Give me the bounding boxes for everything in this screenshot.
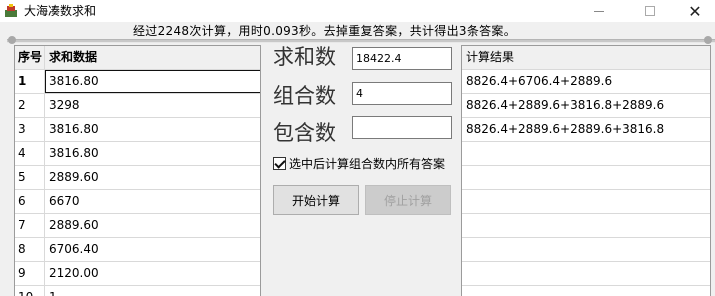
result-row[interactable] bbox=[462, 190, 710, 214]
all-answers-checkbox-row[interactable]: 选中后计算组合数内所有答案 bbox=[273, 155, 445, 172]
data-cell[interactable]: 1 bbox=[45, 286, 260, 296]
splitter-bar[interactable] bbox=[7, 39, 715, 43]
sum-label: 求和数 bbox=[273, 45, 336, 69]
maximize-button[interactable] bbox=[627, 0, 673, 22]
sum-input[interactable]: 18422.4 bbox=[352, 47, 452, 70]
data-cell[interactable]: 6670 bbox=[45, 190, 260, 213]
table-row[interactable]: 5 2889.60 bbox=[15, 166, 260, 190]
app-icon bbox=[5, 4, 17, 17]
input-data-grid[interactable]: 序号 求和数据 1 3816.80 2 3298 3 3816.80 4 381… bbox=[14, 45, 261, 296]
window-title: 大海凑数求和 bbox=[24, 4, 97, 18]
table-row[interactable]: 7 2889.60 bbox=[15, 214, 260, 238]
row-index: 6 bbox=[15, 190, 45, 213]
minimize-icon bbox=[594, 10, 604, 12]
row-index: 1 bbox=[15, 70, 45, 93]
result-row[interactable] bbox=[462, 142, 710, 166]
contain-input[interactable] bbox=[352, 116, 452, 139]
results-grid[interactable]: 计算结果 8826.4+6706.4+2889.6 8826.4+2889.6+… bbox=[461, 45, 711, 296]
status-message: 经过2248次计算，用时0.093秒。去掉重复答案，共计得出3条答案。 bbox=[133, 24, 517, 38]
table-row[interactable]: 2 3298 bbox=[15, 94, 260, 118]
splitter-handle-right[interactable] bbox=[704, 36, 712, 44]
data-cell[interactable]: 2889.60 bbox=[45, 214, 260, 237]
data-cell[interactable]: 3298 bbox=[45, 94, 260, 117]
start-calculation-button[interactable]: 开始计算 bbox=[273, 185, 359, 215]
row-index: 7 bbox=[15, 214, 45, 237]
close-button[interactable]: ✕ bbox=[672, 0, 715, 22]
row-index: 8 bbox=[15, 238, 45, 261]
result-row[interactable] bbox=[462, 166, 710, 190]
all-answers-checkbox-label[interactable]: 选中后计算组合数内所有答案 bbox=[289, 155, 445, 172]
data-cell[interactable]: 3816.80 bbox=[45, 70, 260, 93]
table-row[interactable]: 10 1 bbox=[15, 286, 260, 296]
row-index: 4 bbox=[15, 142, 45, 165]
row-index: 5 bbox=[15, 166, 45, 189]
table-row[interactable]: 9 2120.00 bbox=[15, 262, 260, 286]
splitter-handle-left[interactable] bbox=[8, 36, 16, 44]
data-cell[interactable]: 3816.80 bbox=[45, 142, 260, 165]
combo-count-input[interactable]: 4 bbox=[352, 82, 452, 105]
row-index: 10 bbox=[15, 286, 45, 296]
table-row[interactable]: 8 6706.40 bbox=[15, 238, 260, 262]
row-index: 2 bbox=[15, 94, 45, 117]
result-row[interactable]: 8826.4+2889.6+2889.6+3816.8 bbox=[462, 118, 710, 142]
column-header-index[interactable]: 序号 bbox=[15, 46, 45, 69]
result-row[interactable]: 8826.4+2889.6+3816.8+2889.6 bbox=[462, 94, 710, 118]
table-row[interactable]: 3 3816.80 bbox=[15, 118, 260, 142]
result-row[interactable] bbox=[462, 262, 710, 286]
data-cell[interactable]: 2889.60 bbox=[45, 166, 260, 189]
minimize-button[interactable] bbox=[576, 0, 622, 22]
table-row[interactable]: 1 3816.80 bbox=[15, 70, 260, 94]
grid-header-row: 序号 求和数据 bbox=[15, 46, 260, 70]
title-bar: 大海凑数求和 ✕ bbox=[0, 0, 715, 22]
column-header-data[interactable]: 求和数据 bbox=[45, 46, 260, 69]
data-cell[interactable]: 2120.00 bbox=[45, 262, 260, 285]
results-header[interactable]: 计算结果 bbox=[462, 46, 710, 70]
table-row[interactable]: 4 3816.80 bbox=[15, 142, 260, 166]
contain-label: 包含数 bbox=[273, 121, 336, 145]
combo-count-label: 组合数 bbox=[273, 84, 336, 108]
table-row[interactable]: 6 6670 bbox=[15, 190, 260, 214]
data-cell[interactable]: 3816.80 bbox=[45, 118, 260, 141]
close-icon: ✕ bbox=[688, 1, 702, 21]
row-index: 9 bbox=[15, 262, 45, 285]
result-row[interactable]: 8826.4+6706.4+2889.6 bbox=[462, 70, 710, 94]
maximize-icon bbox=[645, 6, 655, 16]
all-answers-checkbox[interactable] bbox=[273, 157, 286, 170]
row-index: 3 bbox=[15, 118, 45, 141]
data-cell[interactable]: 6706.40 bbox=[45, 238, 260, 261]
result-row[interactable] bbox=[462, 214, 710, 238]
result-row[interactable] bbox=[462, 238, 710, 262]
stop-calculation-button: 停止计算 bbox=[365, 185, 451, 215]
